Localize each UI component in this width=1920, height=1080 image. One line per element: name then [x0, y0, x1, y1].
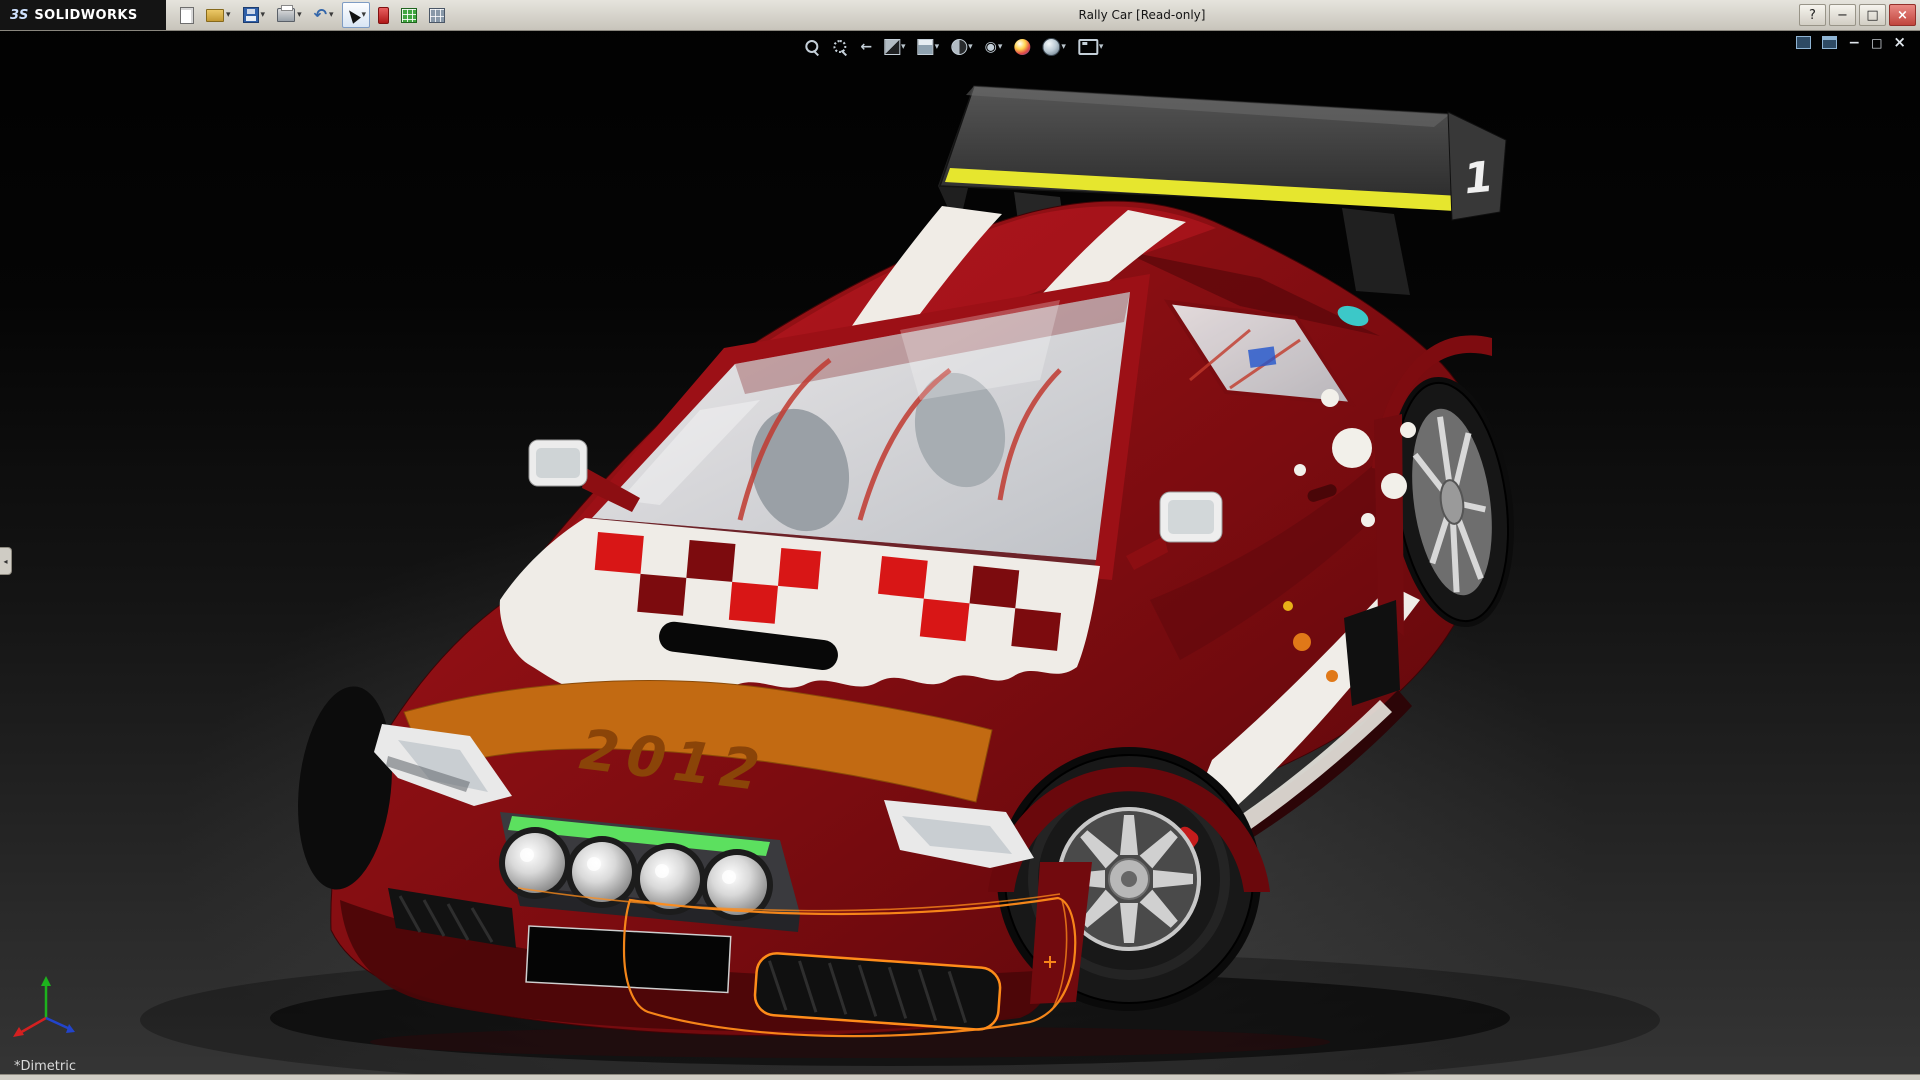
save-button[interactable]: ▾ — [239, 2, 270, 28]
maximize-button[interactable]: □ — [1859, 4, 1886, 26]
apply-scene-icon — [1042, 38, 1060, 56]
display-style-button[interactable]: ▾ — [948, 37, 976, 57]
display-style-icon — [951, 39, 967, 55]
window-controls: ?−□× — [1796, 4, 1916, 26]
main-toolbar: ▾ ▾ ▾ ▾ ▾ — [166, 2, 449, 28]
wing-number: 1 — [1461, 152, 1495, 204]
dassault-logo-mark: 3S — [10, 8, 28, 23]
select-dropdown-caret[interactable]: ▾ — [362, 10, 367, 20]
undo-dropdown-caret[interactable]: ▾ — [329, 10, 334, 20]
rebuild-button[interactable] — [374, 2, 393, 28]
previous-view-button[interactable] — [857, 38, 875, 56]
fullscreen-icon — [1822, 36, 1837, 49]
collapse-arrow-icon: ◂ — [3, 557, 7, 566]
apply-scene-button[interactable]: ▾ — [1039, 36, 1069, 58]
print-dropdown-caret[interactable]: ▾ — [297, 10, 302, 20]
options-icon — [429, 8, 445, 23]
save-icon — [243, 7, 259, 23]
rebuild-icon — [378, 7, 389, 24]
close-document-button[interactable] — [1891, 34, 1908, 51]
minimize-button[interactable]: − — [1829, 4, 1856, 26]
new-document-icon — [180, 7, 194, 24]
edit-appearance-button[interactable] — [1011, 37, 1033, 57]
graphics-viewport[interactable]: 1 — [0, 0, 1920, 1080]
brand-name: SOLIDWORKS — [34, 8, 137, 23]
title-bar: 3S SOLIDWORKS ▾ ▾ ▾ ▾ ▾ Rally Car [Read-only… — [0, 0, 1920, 31]
close-button[interactable]: × — [1889, 4, 1916, 26]
options-button[interactable] — [425, 2, 449, 28]
view-orientation-dropdown-caret[interactable]: ▾ — [935, 42, 940, 52]
apply-scene-dropdown-caret[interactable]: ▾ — [1061, 42, 1066, 52]
minimize-document-button[interactable] — [1846, 35, 1862, 51]
zoom-to-fit-icon — [804, 39, 820, 55]
headsup-toolbar: ▾ ▾ ▾ ▾ ▾ ▾ — [801, 36, 1106, 58]
save-dropdown-caret[interactable]: ▾ — [261, 10, 266, 20]
new-document-button[interactable] — [176, 2, 198, 28]
status-bar-edge — [0, 1074, 1920, 1080]
view-settings-button[interactable]: ▾ — [1075, 37, 1107, 57]
close-document-icon — [1893, 35, 1906, 50]
print-icon — [277, 8, 295, 22]
doc-window-controls — [1794, 34, 1908, 51]
car-model[interactable]: 1 — [0, 0, 1920, 1080]
section-view-button[interactable]: ▾ — [881, 37, 909, 57]
open-icon — [206, 9, 224, 22]
select-button[interactable]: ▾ — [342, 2, 371, 28]
undo-icon — [314, 7, 327, 23]
help-button[interactable]: ? — [1799, 4, 1826, 26]
fullscreen-button[interactable] — [1820, 35, 1839, 50]
print-button[interactable]: ▾ — [273, 2, 306, 28]
display-style-dropdown-caret[interactable]: ▾ — [968, 42, 973, 52]
view-orientation-button[interactable]: ▾ — [915, 37, 943, 57]
zoom-to-area-icon — [832, 39, 848, 55]
zoom-to-fit-button[interactable] — [801, 37, 823, 57]
restore-document-icon — [1871, 37, 1882, 49]
orientation-triad — [8, 972, 92, 1044]
file-properties-button[interactable] — [397, 2, 421, 28]
open-dropdown-caret[interactable]: ▾ — [226, 10, 231, 20]
view-settings-dropdown-caret[interactable]: ▾ — [1099, 42, 1104, 52]
file-properties-icon — [401, 8, 417, 23]
view-settings-icon — [1078, 39, 1098, 55]
open-button[interactable]: ▾ — [202, 2, 235, 28]
edit-appearance-icon — [1014, 39, 1030, 55]
hide-show-items-button[interactable]: ▾ — [982, 38, 1006, 56]
window-title: Rally Car [Read-only] — [1079, 0, 1206, 30]
undo-button[interactable]: ▾ — [310, 2, 338, 28]
hide-show-items-dropdown-caret[interactable]: ▾ — [998, 42, 1003, 52]
previous-view-icon — [860, 40, 872, 54]
section-view-icon — [884, 39, 900, 55]
zoom-to-area-button[interactable] — [829, 37, 851, 57]
featuremanager-toggle-button[interactable] — [1794, 35, 1813, 50]
solidworks-window: 1 — [0, 0, 1920, 1080]
hide-show-items-icon — [985, 40, 997, 54]
section-view-dropdown-caret[interactable]: ▾ — [901, 42, 906, 52]
panel-collapse-tab[interactable]: ◂ — [0, 547, 12, 575]
minimize-document-icon — [1848, 36, 1860, 50]
side-scoop[interactable] — [1344, 600, 1400, 706]
select-icon — [346, 8, 360, 23]
featuremanager-toggle-icon — [1796, 36, 1811, 49]
solidworks-logo: 3S SOLIDWORKS — [0, 0, 166, 30]
view-orientation-icon — [918, 39, 934, 55]
restore-document-button[interactable] — [1869, 36, 1884, 50]
view-orientation-label: *Dimetric — [14, 1059, 76, 1074]
